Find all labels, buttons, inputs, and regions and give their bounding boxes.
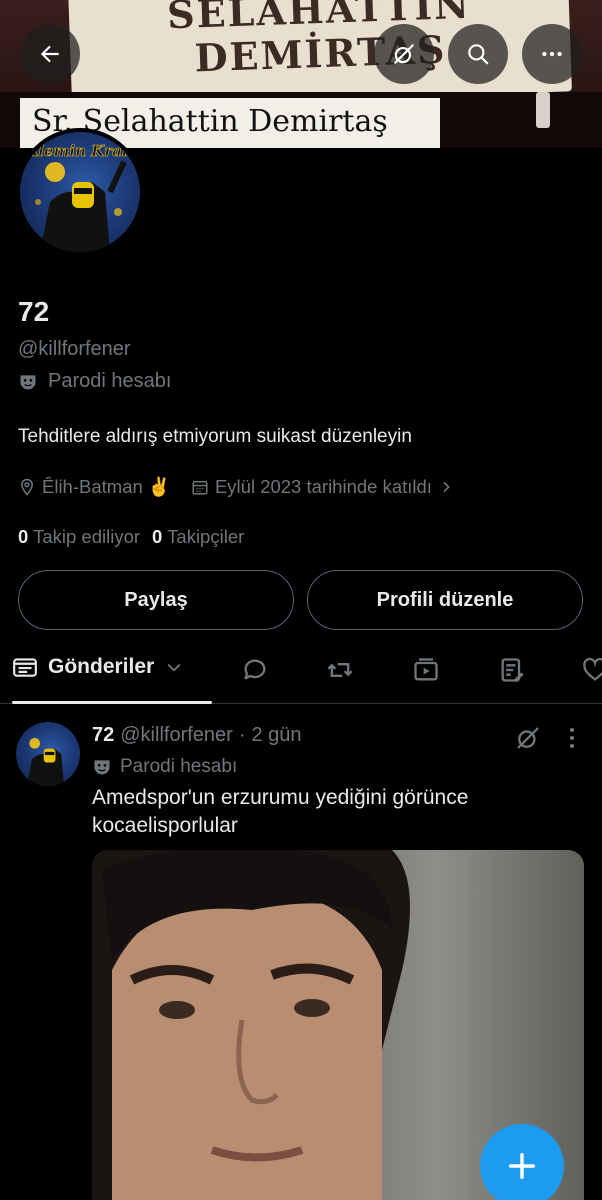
- followers-label: Takipçiler: [167, 526, 245, 547]
- post-author-handle[interactable]: @killforfener: [120, 724, 233, 747]
- tab-posts-label: Gönderiler: [48, 655, 155, 678]
- active-tab-indicator: [12, 701, 212, 704]
- tab-replies[interactable]: [240, 655, 270, 685]
- post-text: Amedspor'un erzurumu yediğini görünce ko…: [92, 786, 469, 837]
- profile-handle: @killforfener: [18, 338, 131, 360]
- tab-reposts[interactable]: [325, 655, 355, 685]
- arrow-left-icon: [40, 45, 59, 63]
- post-author-avatar[interactable]: [16, 722, 80, 786]
- profile-banner[interactable]: SELAHATTIN DEMİRTAŞ Sr. Selahattin Demir…: [0, 0, 602, 148]
- theater-mask-icon: [94, 760, 110, 775]
- profile-bio: Tehditlere aldırış etmiyorum suikast düz…: [18, 426, 412, 447]
- grok-button[interactable]: [374, 24, 434, 84]
- location-pin-icon: [20, 478, 34, 496]
- tab-articles[interactable]: [497, 655, 527, 685]
- profile-avatar[interactable]: Âlemin Kralı: [16, 128, 144, 256]
- chevron-down-icon: [167, 663, 181, 672]
- chevron-right-icon: [443, 481, 450, 493]
- theater-mask-icon: [20, 374, 36, 389]
- profile-meta: Êlih-Batman ✌️ Eylül 2023 tarihinde katı…: [18, 476, 474, 498]
- post-parody-badge: Parodi hesabı: [92, 756, 237, 778]
- reply-icon: [244, 659, 266, 680]
- back-button[interactable]: [20, 24, 80, 84]
- post-header: 72 @killforfener · 2 gün: [92, 724, 302, 747]
- more-button[interactable]: [522, 24, 582, 84]
- profile-location: Êlih-Batman ✌️: [18, 476, 171, 498]
- search-icon: [468, 44, 489, 65]
- article-icon: [501, 658, 524, 682]
- video-icon: [414, 658, 438, 681]
- profile-joined[interactable]: Eylül 2023 tarihinde katıldı: [191, 476, 454, 498]
- followers-count: 0: [152, 526, 163, 547]
- parody-badge: Parodi hesabı: [18, 370, 171, 393]
- location-text: Êlih-Batman ✌️: [42, 476, 171, 497]
- following-link[interactable]: 0 Takip ediliyor: [18, 526, 140, 548]
- follow-stats: 0 Takip ediliyor 0 Takipçiler: [18, 526, 244, 548]
- post-more-icon[interactable]: [560, 724, 584, 752]
- parody-label: Parodi hesabı: [48, 370, 172, 392]
- followers-link[interactable]: 0 Takipçiler: [152, 526, 244, 548]
- share-button[interactable]: Paylaş: [18, 570, 294, 630]
- plus-icon: [508, 1152, 536, 1180]
- post-avatar-artwork: [26, 738, 64, 786]
- tab-posts[interactable]: Gönderiler: [12, 654, 184, 680]
- avatar-label: Âlemin Kralı: [25, 142, 134, 160]
- slashed-circle-icon: [394, 44, 414, 64]
- post-time[interactable]: 2 gün: [251, 724, 301, 747]
- tab-likes[interactable]: [580, 655, 602, 685]
- retweet-icon: [327, 663, 353, 677]
- joined-text: Eylül 2023 tarihinde katıldı: [214, 476, 432, 497]
- profile-name: 72: [18, 296, 50, 327]
- post-separator: ·: [238, 724, 246, 746]
- post-author-name[interactable]: 72: [92, 724, 114, 747]
- compose-post-button[interactable]: [480, 1124, 564, 1200]
- calendar-icon: [192, 481, 208, 495]
- following-label: Takip ediliyor: [33, 526, 141, 547]
- more-horizontal-icon: [542, 51, 562, 57]
- posts-filter-icon: [13, 658, 37, 677]
- edit-profile-button[interactable]: Profili düzenle: [307, 570, 583, 630]
- post-grok-icon[interactable]: [514, 724, 542, 752]
- profile-tabs: Gönderiler: [0, 640, 602, 704]
- banner-tag: [536, 92, 550, 128]
- search-button[interactable]: [448, 24, 508, 84]
- avatar-image: Âlemin Kralı: [20, 132, 140, 252]
- post-parody-label: Parodi hesabı: [120, 756, 238, 777]
- like-icon: [583, 657, 602, 681]
- following-count: 0: [18, 526, 29, 547]
- avatar-artwork: Âlemin Kralı: [24, 142, 134, 252]
- tab-videos[interactable]: [411, 655, 441, 685]
